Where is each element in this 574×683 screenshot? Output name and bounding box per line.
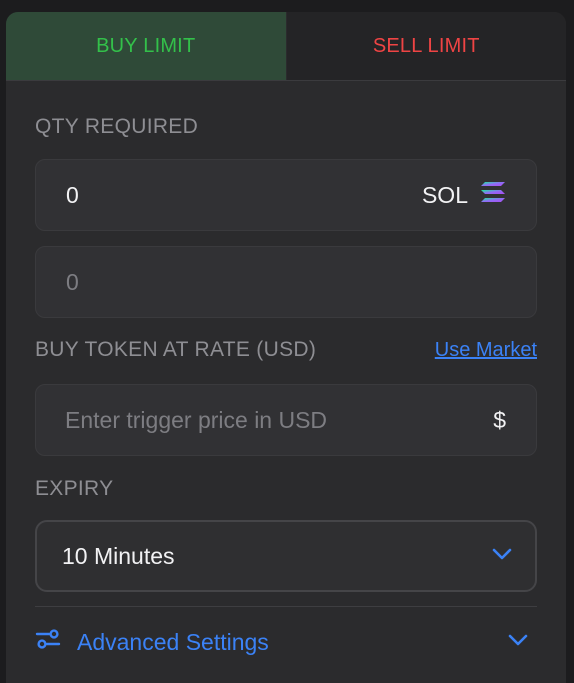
use-market-link[interactable]: Use Market [435,339,537,362]
chevron-down-icon [491,547,513,566]
advanced-settings-header: Advanced Settings [35,628,269,656]
currency-symbol: $ [493,406,506,433]
expiry-select[interactable]: 10 Minutes [35,520,537,592]
token-symbol: SOL [421,181,468,208]
divider [35,606,537,607]
qty-secondary-input[interactable] [36,268,536,296]
order-type-tabs: BUY LIMIT SELL LIMIT [6,12,566,81]
qty-label: QTY REQUIRED [35,115,199,138]
trigger-price-input[interactable] [36,406,494,434]
sliders-icon [35,628,61,656]
chevron-down-icon [507,633,537,652]
rate-label: BUY TOKEN AT RATE (USD) [35,338,317,361]
solana-icon [480,181,506,209]
qty-input[interactable] [36,181,422,209]
expiry-selected-value: 10 Minutes [62,542,175,569]
token-selector[interactable]: SOL [422,181,536,209]
advanced-settings-toggle[interactable]: Advanced Settings [35,620,537,664]
expiry-label: EXPIRY [35,477,114,500]
tab-buy-limit[interactable]: BUY LIMIT [6,12,287,80]
advanced-settings-label: Advanced Settings [77,628,269,655]
trigger-price-field[interactable]: $ [35,384,537,456]
tab-sell-limit[interactable]: SELL LIMIT [286,12,566,80]
limit-order-panel: BUY LIMIT SELL LIMIT QTY REQUIRED SOL [6,12,566,683]
qty-field[interactable]: SOL [35,159,537,231]
qty-secondary-field[interactable] [35,246,537,318]
